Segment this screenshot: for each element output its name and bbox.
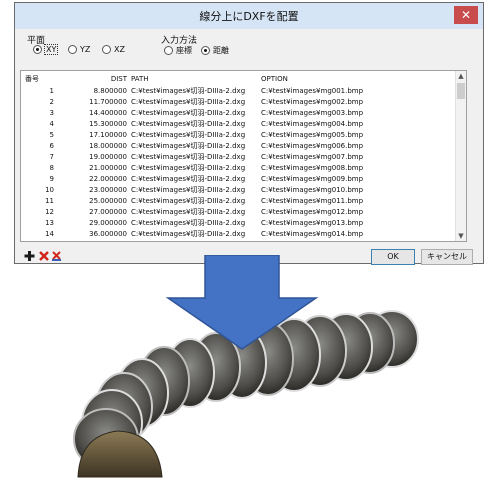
table-row[interactable]: 6 18.000000 C:¥test¥images¥切羽-DIIIa-2.dxg C… <box>21 142 457 151</box>
row-number: 3 <box>49 109 54 117</box>
row-dist: 18.000000 <box>89 142 127 150</box>
row-number: 8 <box>49 164 54 172</box>
close-button[interactable]: ✕ <box>454 6 478 24</box>
radio-label: 距離 <box>213 46 229 55</box>
row-path: C:¥test¥images¥切羽-DIIIa-2.dxg <box>131 175 246 183</box>
row-option: C:¥test¥images¥mg003.bmp <box>261 109 364 117</box>
radio-unselected-icon <box>68 45 77 54</box>
row-dist: 22.000000 <box>89 175 127 183</box>
input-radio-coordinates[interactable]: 座標 <box>164 45 192 56</box>
row-option: C:¥test¥images¥mg005.bmp <box>261 131 364 139</box>
row-path: C:¥test¥images¥切羽-DIIIa-2.dxg <box>131 142 246 150</box>
radio-selected-icon <box>201 46 210 55</box>
row-option: C:¥test¥images¥mg002.bmp <box>261 98 364 106</box>
row-option: C:¥test¥images¥mg006.bmp <box>261 142 364 150</box>
row-option: C:¥test¥images¥mg001.bmp <box>261 87 364 95</box>
row-path: C:¥test¥images¥切羽-DIIIa-2.dxg <box>131 131 246 139</box>
row-dist: 36.000000 <box>89 230 127 238</box>
row-dist: 11.700000 <box>89 98 127 106</box>
scroll-down-icon[interactable]: ▼ <box>456 231 466 241</box>
row-number: 9 <box>49 175 54 183</box>
row-path: C:¥test¥images¥切羽-DIIIa-2.dxg <box>131 109 246 117</box>
row-number: 2 <box>49 98 54 106</box>
table-row[interactable]: 13 29.000000 C:¥test¥images¥切羽-DIIIa-2.dxg… <box>21 219 457 228</box>
dialog-title: 線分上にDXFを配置 <box>199 10 299 23</box>
row-path: C:¥test¥images¥切羽-DIIIa-2.dxg <box>131 208 246 216</box>
row-dist: 19.000000 <box>89 153 127 161</box>
row-number: 12 <box>45 208 54 216</box>
row-dist: 17.100000 <box>89 131 127 139</box>
table-row[interactable]: 8 21.000000 C:¥test¥images¥切羽-DIIIa-2.dxg C… <box>21 164 457 173</box>
table-row[interactable]: 2 11.700000 C:¥test¥images¥切羽-DIIIa-2.dxg C… <box>21 98 457 107</box>
radio-label: YZ <box>80 45 91 54</box>
scrollbar-thumb[interactable] <box>457 83 465 99</box>
row-dist: 27.000000 <box>89 208 127 216</box>
row-dist: 15.300000 <box>89 120 127 128</box>
row-dist: 29.000000 <box>89 219 127 227</box>
table-row[interactable]: 14 36.000000 C:¥test¥images¥切羽-DIIIa-2.dxg… <box>21 230 457 239</box>
radio-selected-icon <box>33 45 42 54</box>
row-number: 7 <box>49 153 54 161</box>
row-path: C:¥test¥images¥切羽-DIIIa-2.dxg <box>131 197 246 205</box>
row-path: C:¥test¥images¥切羽-DIIIa-2.dxg <box>131 230 246 238</box>
radio-label: XZ <box>114 45 125 54</box>
row-dist: 21.000000 <box>89 164 127 172</box>
row-number: 13 <box>45 219 54 227</box>
row-number: 1 <box>49 87 54 95</box>
scroll-up-icon[interactable]: ▲ <box>456 71 466 81</box>
row-dist: 23.000000 <box>89 186 127 194</box>
title-bar[interactable]: 線分上にDXFを配置 ✕ <box>15 3 483 29</box>
column-header-path[interactable]: PATH <box>131 75 149 84</box>
table-row[interactable]: 9 22.000000 C:¥test¥images¥切羽-DIIIa-2.dxg C… <box>21 175 457 184</box>
table-row[interactable]: 3 14.400000 C:¥test¥images¥切羽-DIIIa-2.dxg C… <box>21 109 457 118</box>
row-option: C:¥test¥images¥mg008.bmp <box>261 164 364 172</box>
list-header: 番号 DIST PATH OPTION <box>21 75 457 84</box>
radio-label: 座標 <box>176 46 192 55</box>
row-option: C:¥test¥images¥mg004.bmp <box>261 120 364 128</box>
row-option: C:¥test¥images¥mg007.bmp <box>261 153 364 161</box>
row-path: C:¥test¥images¥切羽-DIIIa-2.dxg <box>131 153 246 161</box>
row-dist: 8.800000 <box>93 87 127 95</box>
table-row[interactable]: 1 8.800000 C:¥test¥images¥切羽-DIIIa-2.dxg C:… <box>21 87 457 96</box>
row-option: C:¥test¥images¥mg014.bmp <box>261 230 364 238</box>
column-header-number[interactable]: 番号 <box>25 75 58 84</box>
row-path: C:¥test¥images¥切羽-DIIIa-2.dxg <box>131 186 246 194</box>
row-number: 14 <box>45 230 54 238</box>
table-row[interactable]: 11 25.000000 C:¥test¥images¥切羽-DIIIa-2.dxg… <box>21 197 457 206</box>
plane-radio-yz[interactable]: YZ <box>68 45 90 54</box>
row-option: C:¥test¥images¥mg010.bmp <box>261 186 364 194</box>
row-number: 5 <box>49 131 54 139</box>
row-path: C:¥test¥images¥切羽-DIIIa-2.dxg <box>131 164 246 172</box>
row-option: C:¥test¥images¥mg009.bmp <box>261 175 364 183</box>
row-path: C:¥test¥images¥切羽-DIIIa-2.dxg <box>131 87 246 95</box>
row-number: 4 <box>49 120 54 128</box>
plane-radio-xz[interactable]: XZ <box>102 45 125 54</box>
row-path: C:¥test¥images¥切羽-DIIIa-2.dxg <box>131 120 246 128</box>
radio-unselected-icon <box>102 45 111 54</box>
plane-radio-xy[interactable]: XY <box>33 44 59 55</box>
row-number: 11 <box>45 197 54 205</box>
row-option: C:¥test¥images¥mg012.bmp <box>261 208 364 216</box>
table-row[interactable]: 5 17.100000 C:¥test¥images¥切羽-DIIIa-2.dxg C… <box>21 131 457 140</box>
radio-label: XY <box>43 44 59 55</box>
table-row[interactable]: 7 19.000000 C:¥test¥images¥切羽-DIIIa-2.dxg C… <box>21 153 457 162</box>
table-row[interactable]: 4 15.300000 C:¥test¥images¥切羽-DIIIa-2.dxg C… <box>21 120 457 129</box>
row-path: C:¥test¥images¥切羽-DIIIa-2.dxg <box>131 98 246 106</box>
input-radio-distance[interactable]: 距離 <box>201 45 229 56</box>
table-row[interactable]: 12 27.000000 C:¥test¥images¥切羽-DIIIa-2.dxg… <box>21 208 457 217</box>
row-dist: 14.400000 <box>89 109 127 117</box>
row-number: 10 <box>45 186 54 194</box>
row-path: C:¥test¥images¥切羽-DIIIa-2.dxg <box>131 219 246 227</box>
row-number: 6 <box>49 142 54 150</box>
row-dist: 25.000000 <box>89 197 127 205</box>
radio-unselected-icon <box>164 46 173 55</box>
column-header-dist[interactable]: DIST <box>57 75 127 84</box>
row-option: C:¥test¥images¥mg011.bmp <box>261 197 364 205</box>
table-row[interactable]: 10 23.000000 C:¥test¥images¥切羽-DIIIa-2.dxg… <box>21 186 457 195</box>
row-option: C:¥test¥images¥mg013.bmp <box>261 219 364 227</box>
column-header-option[interactable]: OPTION <box>261 75 288 84</box>
dxf-list[interactable]: 番号 DIST PATH OPTION 1 8.800000 C:¥test¥ima… <box>20 70 467 242</box>
vertical-scrollbar[interactable]: ▲ ▼ <box>455 71 466 241</box>
tunnel-illustration <box>73 255 419 478</box>
